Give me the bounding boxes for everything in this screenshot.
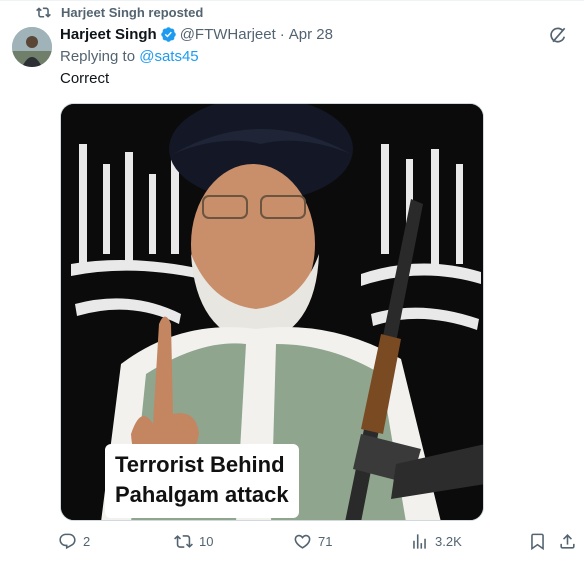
separator: ·	[279, 26, 285, 43]
bookmark-icon	[531, 533, 544, 551]
repost-context[interactable]: Harjeet Singh reposted	[36, 5, 203, 20]
repost-icon	[36, 7, 51, 18]
caption-line-1: Terrorist Behind	[115, 452, 285, 477]
reply-count: 2	[83, 534, 91, 549]
replying-to: Replying to @sats45	[60, 48, 199, 65]
user-handle[interactable]: @FTWHarjeet	[180, 26, 276, 43]
views-button[interactable]: 3.2K	[410, 532, 462, 551]
post-date[interactable]: Apr 28	[289, 26, 333, 43]
grok-button[interactable]	[548, 25, 570, 47]
display-name[interactable]: Harjeet Singh	[60, 26, 157, 43]
like-count: 71	[318, 534, 333, 549]
retweet-icon	[174, 535, 193, 548]
post-header: Harjeet Singh @FTWHarjeet · Apr 28	[60, 26, 524, 43]
retweet-button[interactable]: 10	[174, 532, 213, 551]
retweet-count: 10	[199, 534, 214, 549]
post-text: Correct	[60, 70, 110, 87]
views-count: 3.2K	[435, 534, 462, 549]
post-media[interactable]: Terrorist Behind Pahalgam attack	[60, 103, 484, 521]
grok-icon	[550, 27, 566, 43]
caption-line-2: Pahalgam attack	[115, 482, 289, 507]
avatar[interactable]	[12, 27, 52, 67]
share-button[interactable]	[558, 532, 577, 551]
media-caption: Terrorist Behind Pahalgam attack	[105, 444, 299, 518]
share-icon	[560, 534, 575, 549]
views-icon	[413, 534, 426, 549]
repost-label: Harjeet Singh reposted	[61, 5, 204, 20]
avatar-image	[12, 27, 52, 67]
like-button[interactable]: 71	[293, 532, 332, 551]
bookmark-button[interactable]	[528, 532, 547, 551]
reply-button[interactable]: 2	[58, 532, 90, 551]
replying-mention-link[interactable]: @sats45	[139, 48, 198, 65]
action-bar: 2 10 71 3.2K	[58, 532, 578, 558]
like-icon	[294, 534, 311, 549]
replying-prefix: Replying to	[60, 48, 140, 65]
divider	[0, 0, 584, 1]
reply-icon	[59, 533, 76, 550]
verified-badge-icon	[160, 27, 176, 42]
